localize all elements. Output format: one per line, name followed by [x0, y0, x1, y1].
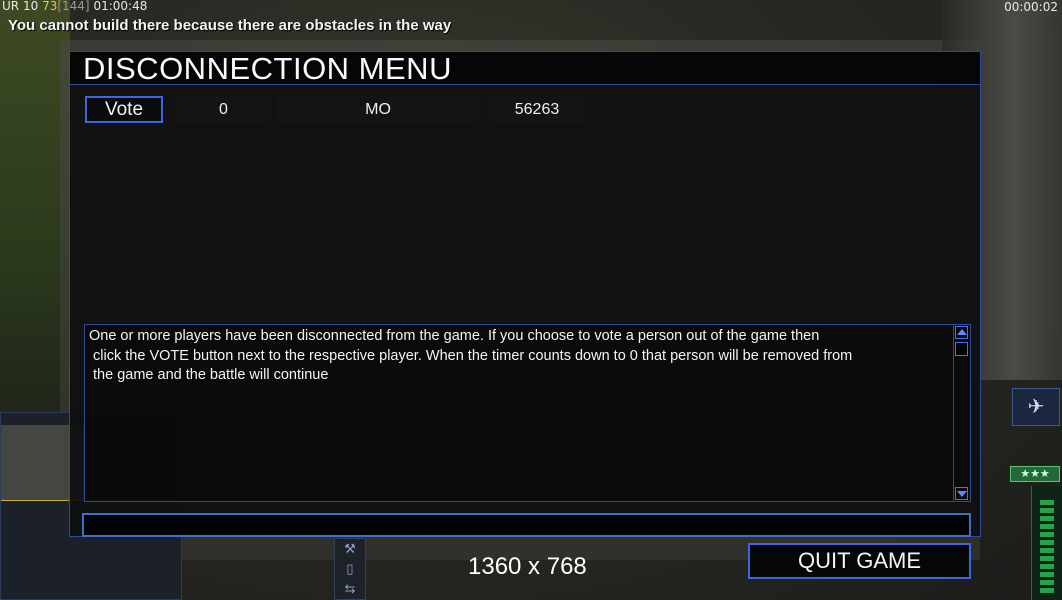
scroll-down-button[interactable] — [955, 487, 968, 500]
power-segment — [1040, 500, 1054, 505]
power-segment — [1040, 572, 1054, 577]
quit-game-button[interactable]: QUIT GAME — [748, 543, 971, 579]
game-timer: 00:00:02 — [1004, 0, 1058, 14]
player-countdown: 0 — [176, 96, 271, 124]
status-message: You cannot build there because there are… — [8, 17, 452, 34]
message-box: One or more players have been disconnect… — [84, 324, 971, 502]
swap-icon[interactable]: ⇆ — [335, 579, 365, 599]
power-segment — [1040, 564, 1054, 569]
hud-clock: 01:00:48 — [93, 0, 148, 13]
hud-power-max: [144] — [57, 0, 90, 13]
message-scrollbar[interactable] — [953, 325, 970, 501]
triangle-down-icon — [956, 491, 967, 497]
power-segment — [1040, 532, 1054, 537]
hud-stats: UR 10 73[144] 01:00:48 — [2, 0, 147, 13]
book-icon[interactable]: ▯ — [335, 559, 365, 579]
power-meter — [1031, 486, 1062, 600]
power-segment — [1040, 516, 1054, 521]
power-segment — [1040, 540, 1054, 545]
wrench-icon[interactable]: ⚒ — [335, 539, 365, 559]
hud-power: 73 — [42, 0, 58, 13]
disconnect-message: One or more players have been disconnect… — [89, 328, 853, 383]
power-segment — [1040, 588, 1054, 593]
vote-button[interactable]: Vote — [85, 96, 163, 123]
power-segment — [1040, 548, 1054, 553]
resolution-label: 1360 x 768 — [468, 553, 587, 580]
three-stars-icon: ★★★ — [1010, 466, 1060, 482]
disconnection-menu: DISCONNECTION MENU Vote 0 MO 56263 One o… — [69, 51, 981, 537]
hud-faction: UR — [2, 0, 20, 13]
satellite-icon[interactable]: ✈ — [1012, 388, 1060, 426]
power-segment — [1040, 524, 1054, 529]
power-segment — [1040, 508, 1054, 513]
scroll-thumb[interactable] — [955, 342, 968, 356]
player-name: MO — [277, 96, 479, 124]
command-icons: ⚒ ▯ ⇆ — [334, 538, 366, 600]
player-ping: 56263 — [490, 96, 584, 124]
menu-title: DISCONNECTION MENU — [70, 52, 980, 85]
power-segment — [1040, 556, 1054, 561]
power-segment — [1040, 580, 1054, 585]
triangle-up-icon — [956, 329, 967, 335]
chat-input[interactable] — [82, 513, 971, 537]
scroll-up-button[interactable] — [955, 326, 968, 339]
hud-count: 10 — [22, 0, 39, 13]
